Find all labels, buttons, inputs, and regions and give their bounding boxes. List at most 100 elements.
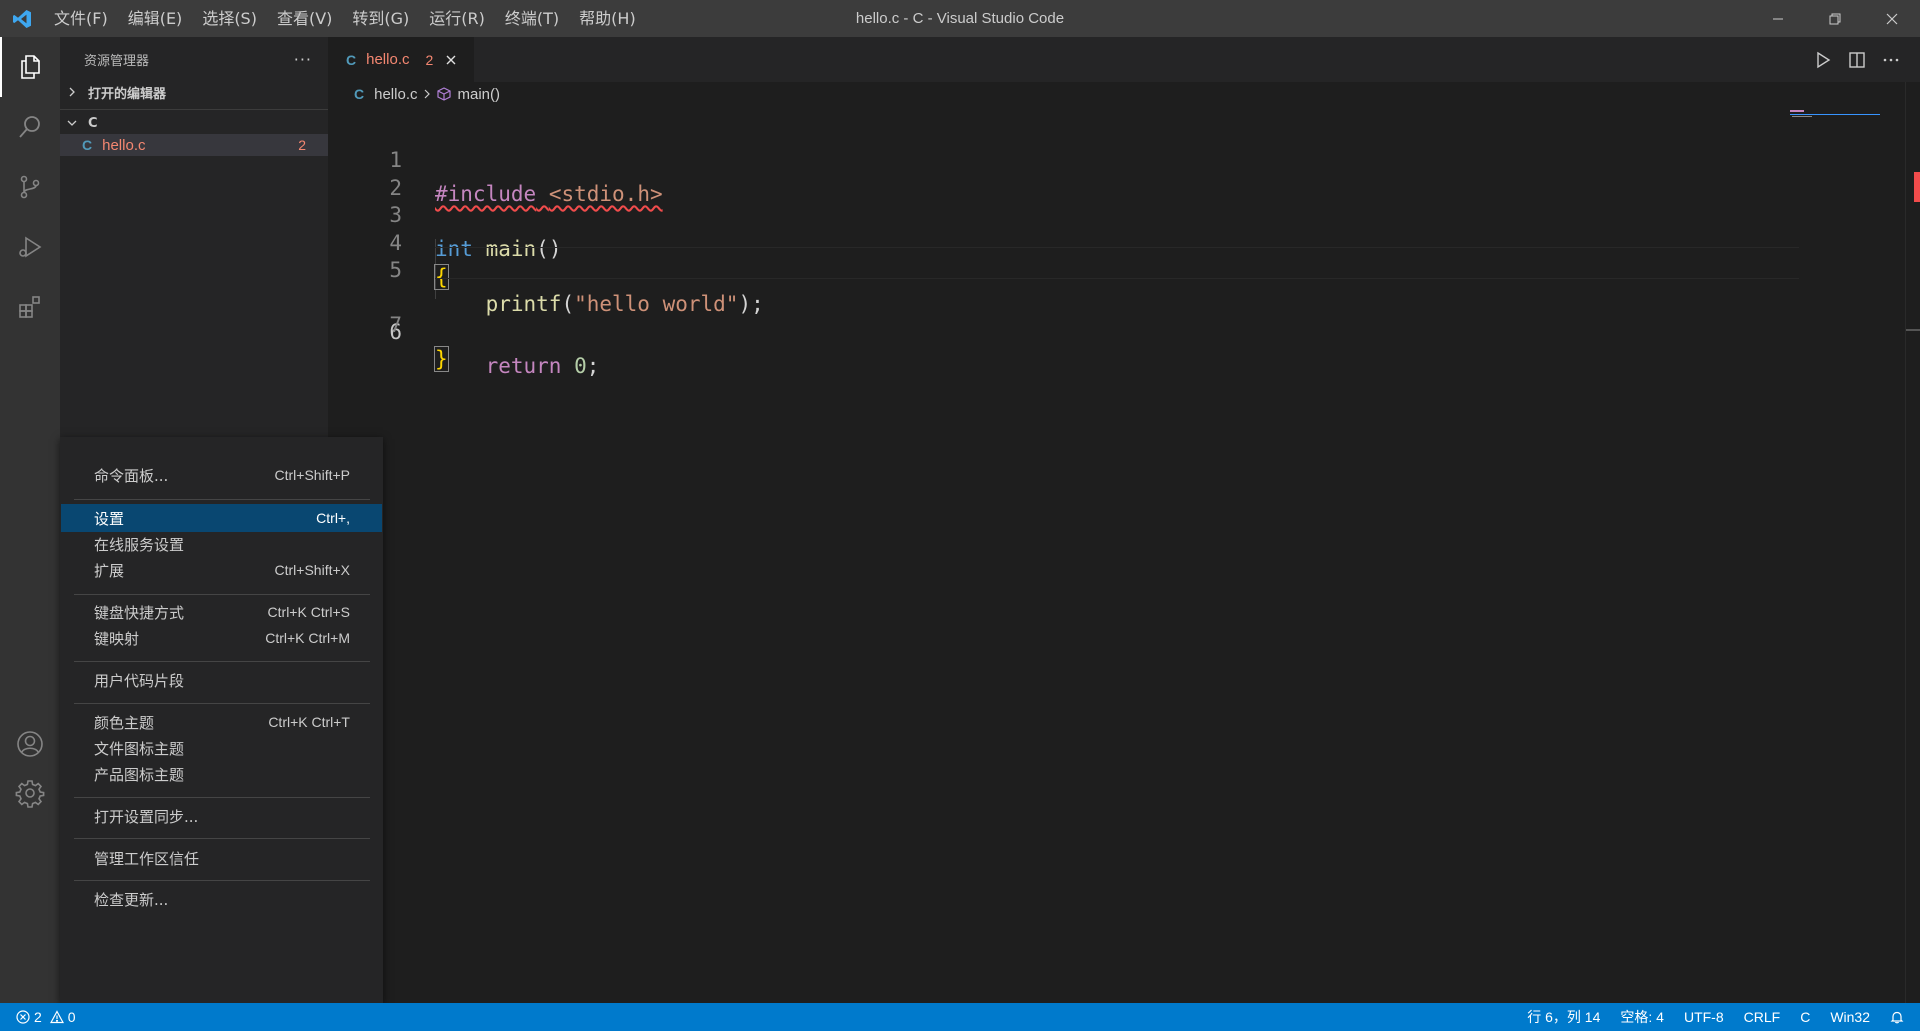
- more-actions-icon[interactable]: [1880, 49, 1902, 71]
- manage-gear-icon[interactable]: [0, 763, 60, 823]
- explorer-header: 资源管理器 ···: [60, 37, 328, 81]
- status-bar: 2 0 行 6，列 14 空格: 4 UTF-8 CRLF C Win32: [0, 1003, 1920, 1031]
- menu-selection[interactable]: 选择(S): [192, 0, 267, 37]
- run-debug-icon[interactable]: [0, 217, 60, 277]
- editor-group: C hello.c 2 C hello.c main() 1 #include …: [328, 37, 1920, 1003]
- platform-config[interactable]: Win32: [1830, 1009, 1870, 1025]
- menu-item-label: 扩展: [94, 561, 125, 580]
- vertical-scrollbar[interactable]: [1905, 82, 1920, 1003]
- error-count: 2: [34, 1009, 42, 1025]
- error-overview-marker: [1914, 172, 1920, 202]
- menu-run[interactable]: 运行(R): [419, 0, 495, 37]
- minimize-icon: [1772, 18, 1783, 19]
- menu-separator: [74, 661, 370, 662]
- chevron-right-icon: [64, 84, 80, 100]
- language-mode[interactable]: C: [1800, 1009, 1810, 1025]
- menu-item-label: 键盘快捷方式: [94, 603, 185, 622]
- menu-item-label: 键映射: [94, 629, 140, 648]
- menu-separator: [74, 797, 370, 798]
- title-bar: 文件(F) 编辑(E) 选择(S) 查看(V) 转到(G) 运行(R) 终端(T…: [0, 0, 1920, 37]
- warning-icon: [49, 1010, 64, 1024]
- split-editor-icon[interactable]: [1846, 49, 1868, 71]
- end-of-line[interactable]: CRLF: [1744, 1009, 1781, 1025]
- file-item-hello-c[interactable]: C hello.c 2: [60, 134, 328, 156]
- open-editors-section[interactable]: 打开的编辑器: [60, 81, 328, 103]
- c-file-icon: C: [82, 137, 93, 153]
- breadcrumb-file[interactable]: hello.c: [374, 86, 417, 103]
- menu-file[interactable]: 文件(F): [44, 0, 118, 37]
- editor-actions: [1812, 37, 1902, 82]
- menu-item-shortcut: Ctrl+Shift+P: [274, 467, 350, 483]
- indentation[interactable]: 空格: 4: [1620, 1007, 1664, 1027]
- menu-item-label: 命令面板...: [94, 466, 169, 485]
- number-literal: 0: [574, 353, 587, 378]
- c-file-icon: C: [346, 51, 357, 68]
- menu-go[interactable]: 转到(G): [342, 0, 419, 37]
- vscode-window: 文件(F) 编辑(E) 选择(S) 查看(V) 转到(G) 运行(R) 终端(T…: [0, 0, 1920, 1031]
- menu-item-color-theme[interactable]: 颜色主题 Ctrl+K Ctrl+T: [61, 708, 382, 736]
- close-window-button[interactable]: [1863, 0, 1920, 37]
- search-icon[interactable]: [0, 97, 60, 157]
- extensions-icon[interactable]: [0, 277, 60, 337]
- cursor-position[interactable]: 行 6，列 14: [1527, 1007, 1600, 1027]
- menu-item-shortcut: Ctrl+,: [316, 510, 350, 526]
- menu-item-settings-sync[interactable]: 打开设置同步...: [61, 802, 382, 830]
- menu-item-product-icon-theme[interactable]: 产品图标主题: [61, 760, 382, 788]
- menu-terminal[interactable]: 终端(T): [495, 0, 569, 37]
- close-tab-icon[interactable]: [443, 52, 459, 68]
- menu-view[interactable]: 查看(V): [267, 0, 342, 37]
- menu-item-label: 在线服务设置: [94, 535, 185, 554]
- menu-separator: [74, 838, 370, 839]
- menu-separator: [74, 880, 370, 881]
- menu-item-label: 打开设置同步...: [94, 807, 199, 826]
- line-text: }: [434, 342, 449, 376]
- menu-separator: [74, 499, 370, 500]
- run-icon[interactable]: [1812, 49, 1834, 71]
- menu-item-online-services-settings[interactable]: 在线服务设置: [61, 530, 382, 558]
- menu-separator: [74, 703, 370, 704]
- explorer-more-actions[interactable]: ···: [294, 50, 312, 69]
- menu-item-workspace-trust[interactable]: 管理工作区信任: [61, 844, 382, 872]
- line-number: 7: [389, 313, 402, 337]
- c-file-icon: C: [354, 86, 365, 102]
- code-line: 7 }: [328, 274, 1798, 372]
- tabs-bar: C hello.c 2: [328, 37, 1920, 82]
- code-editor[interactable]: 1 #include <stdio.h> 2 3 int main() 4 { …: [328, 109, 1799, 969]
- menu-item-command-palette[interactable]: 命令面板... Ctrl+Shift+P: [61, 461, 382, 489]
- menu-item-check-updates[interactable]: 检查更新...: [61, 885, 382, 913]
- menu-item-extensions[interactable]: 扩展 Ctrl+Shift+X: [61, 556, 382, 584]
- close-icon: [1886, 13, 1897, 24]
- menu-item-keyboard-shortcuts[interactable]: 键盘快捷方式 Ctrl+K Ctrl+S: [61, 598, 382, 626]
- semicolon: ;: [586, 353, 600, 378]
- restore-button[interactable]: [1806, 0, 1863, 37]
- breadcrumb-symbol[interactable]: main(): [457, 86, 500, 103]
- menu-edit[interactable]: 编辑(E): [118, 0, 193, 37]
- tab-hello-c[interactable]: C hello.c 2: [328, 37, 474, 82]
- menu-item-user-snippets[interactable]: 用户代码片段: [61, 666, 382, 694]
- menu-item-keymaps[interactable]: 键映射 Ctrl+K Ctrl+M: [61, 624, 382, 652]
- menu-item-label: 设置: [94, 509, 125, 528]
- menu-item-file-icon-theme[interactable]: 文件图标主题: [61, 734, 382, 762]
- tab-label: hello.c: [366, 51, 410, 68]
- minimap[interactable]: [1790, 109, 1890, 129]
- menu-item-label: 用户代码片段: [94, 671, 185, 690]
- problems-status[interactable]: 2 0: [16, 1003, 76, 1031]
- menu-bar: 文件(F) 编辑(E) 选择(S) 查看(V) 转到(G) 运行(R) 终端(T…: [44, 0, 646, 37]
- menu-item-shortcut: Ctrl+K Ctrl+M: [265, 630, 350, 646]
- close-brace: }: [434, 346, 449, 372]
- breadcrumb: C hello.c main(): [328, 82, 1920, 106]
- menu-help[interactable]: 帮助(H): [569, 0, 646, 37]
- return-keyword: return: [485, 353, 562, 378]
- chevron-right-icon: [423, 89, 431, 99]
- tab-problems-badge: 2: [425, 51, 434, 68]
- minimize-button[interactable]: [1749, 0, 1806, 37]
- error-icon: [16, 1010, 30, 1024]
- restore-icon: [1829, 13, 1840, 24]
- encoding[interactable]: UTF-8: [1684, 1009, 1724, 1025]
- menu-item-shortcut: Ctrl+K Ctrl+S: [267, 604, 350, 620]
- explorer-icon[interactable]: [0, 37, 60, 97]
- folder-section[interactable]: C: [60, 112, 328, 134]
- source-control-icon[interactable]: [0, 157, 60, 217]
- menu-item-settings[interactable]: 设置 Ctrl+,: [61, 504, 382, 532]
- notifications-bell-icon[interactable]: [1890, 1010, 1904, 1024]
